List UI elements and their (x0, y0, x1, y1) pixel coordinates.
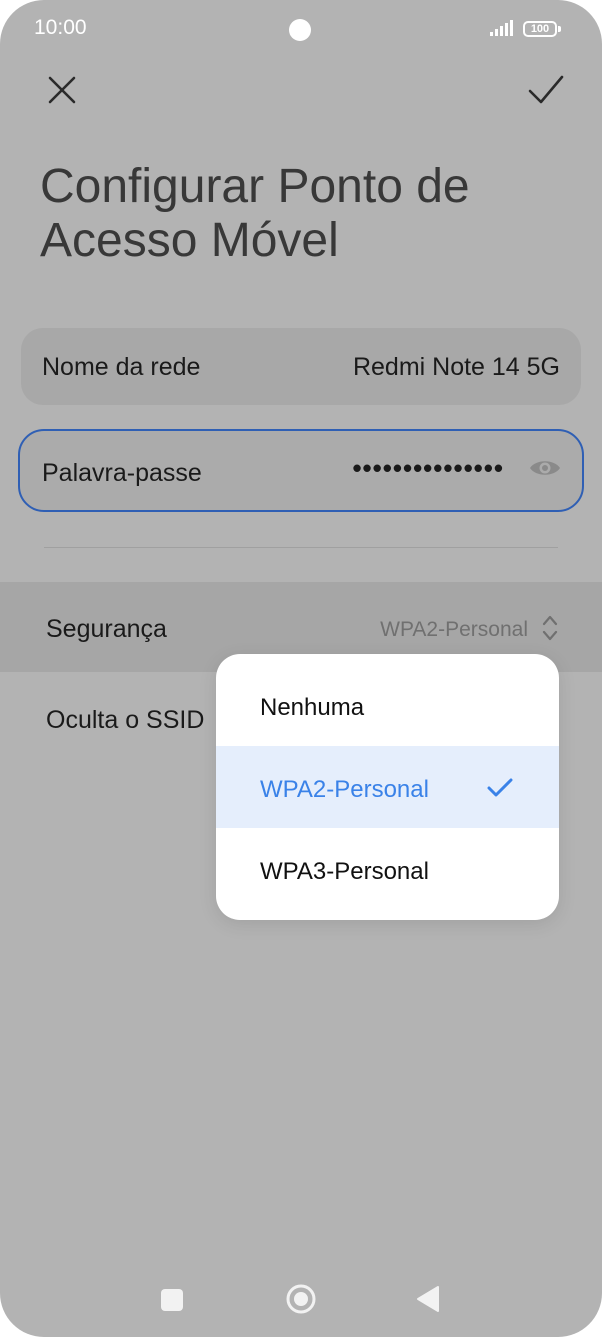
password-value[interactable]: ••••••••••••••• (352, 453, 504, 484)
dropdown-option-nenhuma[interactable]: Nenhuma (216, 666, 559, 748)
back-triangle-icon[interactable] (416, 1285, 442, 1313)
option-label: WPA2-Personal (260, 776, 429, 803)
security-dropdown-menu: Nenhuma WPA2-Personal WPA3-Personal (216, 654, 559, 920)
page-title: Configurar Ponto de Acesso Móvel (40, 160, 470, 267)
network-name-label: Nome da rede (42, 353, 201, 381)
battery-cap (558, 26, 561, 32)
checkmark-icon[interactable] (524, 70, 568, 110)
close-icon[interactable] (42, 70, 82, 110)
security-label: Segurança (46, 615, 167, 643)
hide-ssid-label[interactable]: Oculta o SSID (46, 706, 204, 735)
dropdown-option-wpa2-personal[interactable]: WPA2-Personal (216, 746, 559, 828)
network-name-value: Redmi Note 14 5G (352, 353, 560, 381)
password-label: Palavra-passe (42, 459, 202, 487)
checkmark-icon (487, 778, 513, 797)
signal-icon (490, 20, 513, 36)
battery-icon: 100 (523, 21, 557, 37)
option-label: Nenhuma (260, 694, 365, 721)
chevron-up-down-icon (542, 615, 558, 641)
recents-square-icon[interactable] (161, 1289, 183, 1311)
password-field[interactable]: Palavra-passe ••••••••••••••• (18, 429, 584, 512)
phone-screen: 10:00 100 Configurar Ponto de Acesso Móv… (0, 0, 602, 1337)
dropdown-option-wpa3-personal[interactable]: WPA3-Personal (216, 828, 559, 910)
option-label: WPA3-Personal (260, 858, 429, 885)
security-value: WPA2-Personal (380, 618, 528, 641)
home-circle-icon[interactable] (285, 1283, 317, 1315)
camera-cutout (289, 19, 311, 41)
divider (44, 547, 558, 548)
status-time: 10:00 (34, 16, 87, 39)
network-name-field[interactable]: Nome da rede Redmi Note 14 5G (21, 328, 581, 405)
eye-icon[interactable] (528, 457, 562, 479)
